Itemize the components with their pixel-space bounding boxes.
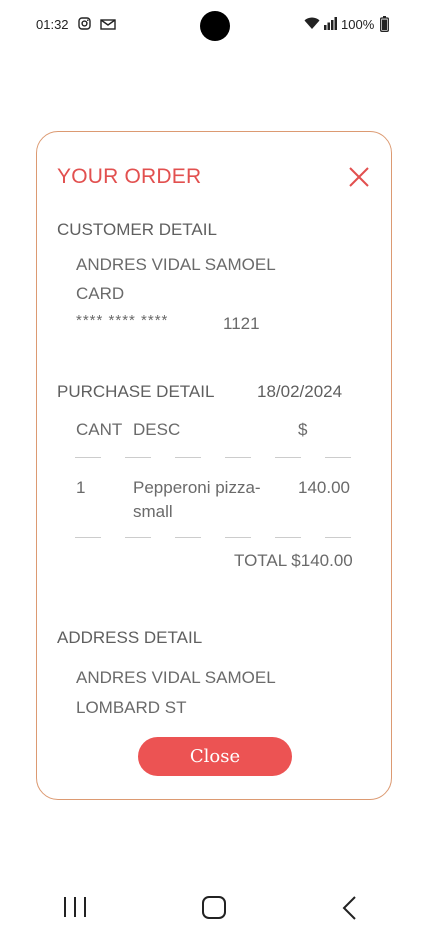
column-header-desc: DESC <box>133 420 181 439</box>
camera-cutout <box>200 11 230 41</box>
item-desc-line2: small <box>133 502 173 521</box>
mail-icon <box>100 19 116 30</box>
battery-icon <box>380 16 389 32</box>
order-dialog: YOUR ORDER CUSTOMER DETAIL ANDRES VIDAL … <box>36 131 392 800</box>
address-detail-heading: ADDRESS DETAIL <box>57 628 203 647</box>
card-last4: 1121 <box>223 314 260 333</box>
customer-detail-heading: CUSTOMER DETAIL <box>57 220 217 239</box>
screen: 01:32 100% YOUR ORDER CUSTOMER DETAIL AN… <box>0 0 430 932</box>
purchase-date: 18/02/2024 <box>257 382 343 401</box>
signal-icon <box>324 17 337 30</box>
close-icon[interactable] <box>347 165 371 189</box>
item-price: 140.00 <box>298 478 350 497</box>
item-desc-line1: Pepperoni pizza- <box>133 478 261 497</box>
navigation-bar <box>0 880 430 932</box>
column-header-price: $ <box>298 420 308 439</box>
close-button-label: Close <box>189 746 241 767</box>
address-street: LOMBARD ST <box>76 698 187 717</box>
column-header-qty: CANT <box>76 420 123 439</box>
divider <box>75 457 355 459</box>
status-bar: 01:32 100% <box>0 0 430 50</box>
wifi-icon <box>304 17 320 29</box>
recent-apps-icon[interactable] <box>62 895 88 919</box>
address-name: ANDRES VIDAL SAMOEL <box>76 668 276 687</box>
status-time: 01:32 <box>36 17 69 32</box>
purchase-detail-heading: PURCHASE DETAIL <box>57 382 215 401</box>
customer-name: ANDRES VIDAL SAMOEL <box>76 255 276 274</box>
back-icon[interactable] <box>340 895 360 921</box>
order-total: TOTAL $140.00 <box>234 551 353 570</box>
close-button[interactable]: Close <box>138 737 292 776</box>
home-icon[interactable] <box>201 895 229 921</box>
item-qty: 1 <box>76 478 86 497</box>
card-mask: **** **** **** <box>76 312 169 329</box>
instagram-icon <box>78 17 91 30</box>
divider <box>75 537 355 539</box>
payment-method: CARD <box>76 284 125 303</box>
battery-percent: 100% <box>341 17 375 32</box>
dialog-title: YOUR ORDER <box>57 165 202 188</box>
